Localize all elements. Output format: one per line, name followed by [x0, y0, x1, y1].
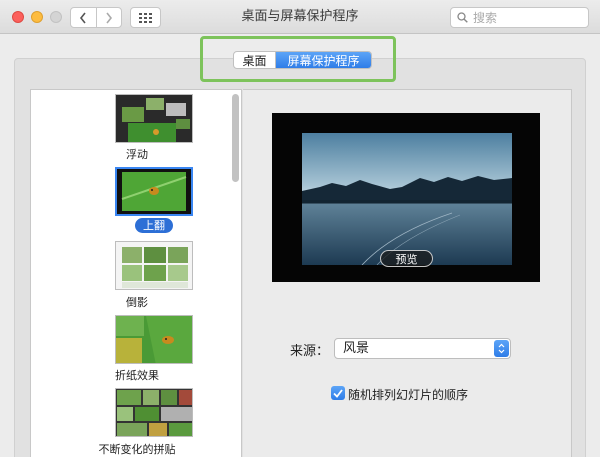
forward-button[interactable] [95, 8, 122, 27]
screensaver-thumbnail-shifting-tiles[interactable] [115, 388, 193, 437]
tab-screen-saver[interactable]: 屏幕保护程序 [276, 52, 371, 68]
floating-thumbnail-image [116, 95, 192, 142]
flip-up-thumbnail-image [117, 169, 191, 214]
screensaver-thumbnail-origami[interactable] [115, 315, 193, 364]
shifting-tiles-thumbnail-image [116, 389, 192, 436]
back-button[interactable] [71, 8, 96, 27]
minimize-window-button[interactable] [31, 11, 43, 23]
zoom-window-button[interactable] [50, 11, 62, 23]
shuffle-checkbox[interactable] [331, 386, 345, 400]
navigation-buttons [70, 7, 122, 28]
search-field[interactable]: 搜索 [450, 7, 589, 28]
screensaver-label-selected: 上翻 [135, 218, 173, 233]
checkmark-icon [333, 388, 343, 398]
screensaver-thumbnail-reflection[interactable] [115, 241, 193, 290]
screensaver-label: 倒影 [126, 296, 148, 309]
origami-thumbnail-image [116, 316, 192, 363]
screensaver-list: 浮动 上翻 倒影 折纸效果 不断变化的拼贴 [30, 89, 242, 457]
chevron-left-icon [80, 12, 86, 23]
source-label: 来源： [290, 344, 330, 359]
chevron-right-icon [106, 12, 112, 23]
source-dropdown-value: 风景 [343, 341, 370, 356]
grid-icon [138, 12, 152, 23]
tab-highlight-box: 桌面 屏幕保护程序 [200, 36, 396, 82]
screensaver-preview[interactable]: 预览 [272, 113, 540, 282]
screensaver-thumbnail-flip-up[interactable] [115, 167, 193, 216]
shuffle-checkbox-label[interactable]: 随机排列幻灯片的顺序 [348, 386, 468, 403]
reflection-thumbnail-image [116, 242, 192, 289]
screensaver-label: 不断变化的拼贴 [98, 443, 176, 456]
close-window-button[interactable] [12, 11, 24, 23]
source-dropdown[interactable]: 风景 [334, 338, 511, 359]
preview-image [302, 133, 512, 265]
dropdown-arrows-icon [494, 340, 509, 357]
preview-button[interactable]: 预览 [380, 250, 433, 267]
landscape-photo [302, 133, 512, 265]
search-placeholder: 搜索 [473, 11, 498, 25]
tab-desktop[interactable]: 桌面 [234, 52, 276, 68]
search-icon [457, 12, 468, 23]
tab-bar: 桌面 屏幕保护程序 [233, 51, 372, 69]
list-scrollbar-thumb[interactable] [232, 94, 239, 182]
screensaver-label: 折纸效果 [115, 369, 159, 382]
title-bar: 搜索 [0, 0, 600, 34]
screensaver-thumbnail-floating[interactable] [115, 94, 193, 143]
show-all-button[interactable] [130, 7, 161, 28]
screensaver-label: 浮动 [126, 148, 148, 161]
